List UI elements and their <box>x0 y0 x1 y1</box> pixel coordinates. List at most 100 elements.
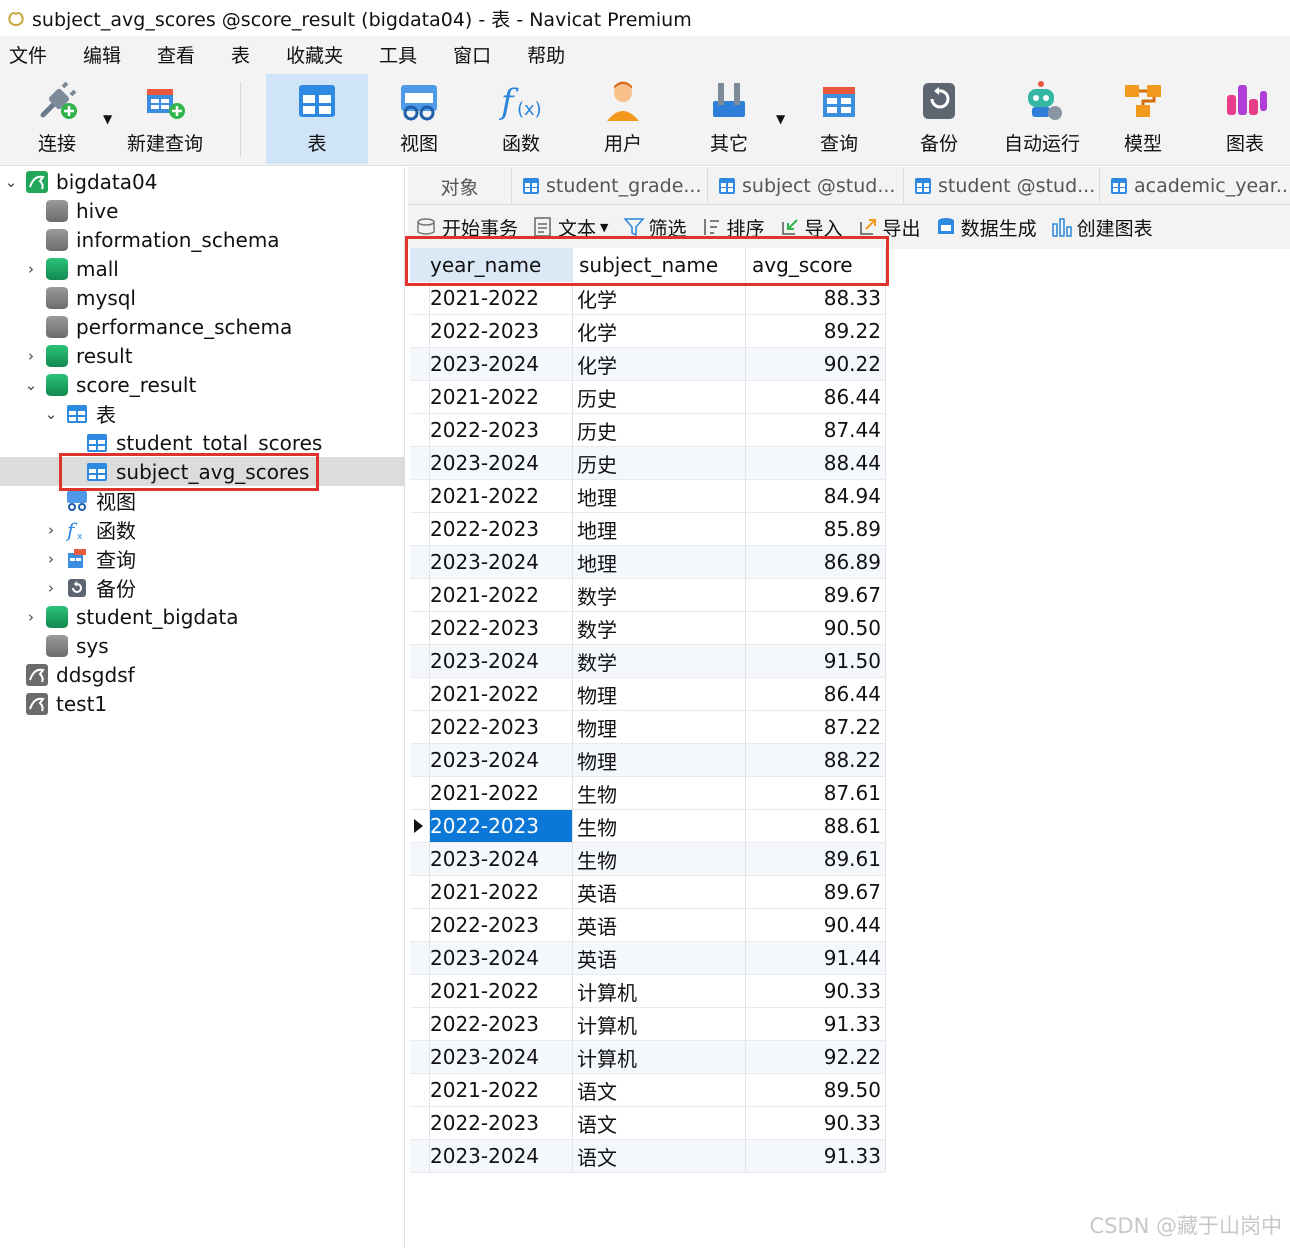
cell-subject-name[interactable]: 历史 <box>573 414 746 447</box>
chevron-down-icon[interactable]: ⌄ <box>4 174 18 189</box>
tree-folder-backups[interactable]: › 备份 <box>0 573 405 602</box>
toolbar-connection-button[interactable]: 连接 <box>20 74 94 164</box>
chevron-right-icon[interactable]: › <box>24 348 38 363</box>
toolbar-query-button[interactable]: 查询 <box>792 74 886 164</box>
table-row[interactable]: 2021-2022 化学 88.33 <box>410 282 886 315</box>
create-chart-button[interactable]: 创建图表 <box>1051 214 1153 241</box>
tab-subject[interactable]: subject @stud... <box>708 167 904 205</box>
cell-subject-name[interactable]: 数学 <box>573 645 746 678</box>
cell-subject-name[interactable]: 语文 <box>573 1107 746 1140</box>
row-indicator[interactable] <box>410 315 430 348</box>
cell-avg-score[interactable]: 88.61 <box>746 810 886 843</box>
cell-avg-score[interactable]: 91.44 <box>746 942 886 975</box>
cell-avg-score[interactable]: 90.22 <box>746 348 886 381</box>
table-row[interactable]: 2023-2024 物理 88.22 <box>410 744 886 777</box>
toolbar-chart-button[interactable]: 图表 <box>1198 74 1290 164</box>
table-row[interactable]: 2023-2024 语文 91.33 <box>410 1140 886 1173</box>
cell-year-name[interactable]: 2022-2023 <box>430 315 573 348</box>
cell-avg-score[interactable]: 90.44 <box>746 909 886 942</box>
table-row[interactable]: 2022-2023 语文 90.33 <box>410 1107 886 1140</box>
cell-avg-score[interactable]: 88.44 <box>746 447 886 480</box>
cell-year-name[interactable]: 2022-2023 <box>430 909 573 942</box>
cell-subject-name[interactable]: 物理 <box>573 711 746 744</box>
cell-avg-score[interactable]: 91.33 <box>746 1140 886 1173</box>
cell-year-name[interactable]: 2021-2022 <box>430 876 573 909</box>
cell-subject-name[interactable]: 历史 <box>573 447 746 480</box>
cell-year-name[interactable]: 2021-2022 <box>430 678 573 711</box>
cell-subject-name[interactable]: 生物 <box>573 843 746 876</box>
cell-avg-score[interactable]: 91.33 <box>746 1008 886 1041</box>
cell-subject-name[interactable]: 化学 <box>573 282 746 315</box>
cell-subject-name[interactable]: 英语 <box>573 942 746 975</box>
cell-avg-score[interactable]: 85.89 <box>746 513 886 546</box>
cell-year-name[interactable]: 2023-2024 <box>430 447 573 480</box>
toolbar-table-button[interactable]: 表 <box>266 74 368 164</box>
cell-subject-name[interactable]: 语文 <box>573 1140 746 1173</box>
cell-subject-name[interactable]: 数学 <box>573 579 746 612</box>
table-row[interactable]: 2022-2023 化学 89.22 <box>410 315 886 348</box>
cell-year-name[interactable]: 2023-2024 <box>430 1041 573 1074</box>
table-row[interactable]: 2022-2023 英语 90.44 <box>410 909 886 942</box>
tree-db-performance-schema[interactable]: performance_schema <box>0 312 405 341</box>
cell-year-name[interactable]: 2022-2023 <box>430 414 573 447</box>
table-row[interactable]: 2021-2022 数学 89.67 <box>410 579 886 612</box>
cell-subject-name[interactable]: 计算机 <box>573 1008 746 1041</box>
row-indicator[interactable] <box>410 381 430 414</box>
cell-avg-score[interactable]: 88.33 <box>746 282 886 315</box>
table-row[interactable]: 2022-2023 物理 87.22 <box>410 711 886 744</box>
row-indicator[interactable] <box>410 1008 430 1041</box>
tree-db-sys[interactable]: sys <box>0 631 405 660</box>
tree-db-information-schema[interactable]: information_schema <box>0 225 405 254</box>
cell-year-name[interactable]: 2021-2022 <box>430 480 573 513</box>
cell-avg-score[interactable]: 87.22 <box>746 711 886 744</box>
toolbar-view-button[interactable]: 视图 <box>372 74 466 164</box>
menu-edit[interactable]: 编辑 <box>74 41 130 68</box>
table-row[interactable]: 2022-2023 计算机 91.33 <box>410 1008 886 1041</box>
tree-connection-test1[interactable]: test1 <box>0 689 405 718</box>
menu-window[interactable]: 窗口 <box>444 41 500 68</box>
cell-year-name[interactable]: 2021-2022 <box>430 282 573 315</box>
row-indicator[interactable] <box>410 843 430 876</box>
cell-year-name[interactable]: 2022-2023 <box>430 1107 573 1140</box>
toolbar-other-button[interactable]: 其它 <box>682 74 776 164</box>
cell-avg-score[interactable]: 88.22 <box>746 744 886 777</box>
tab-objects[interactable]: 对象 <box>408 167 512 205</box>
cell-avg-score[interactable]: 89.22 <box>746 315 886 348</box>
table-row[interactable]: 2022-2023 生物 88.61 <box>410 810 886 843</box>
cell-subject-name[interactable]: 英语 <box>573 909 746 942</box>
chevron-down-icon[interactable]: ⌄ <box>44 406 58 421</box>
row-indicator[interactable] <box>410 282 430 315</box>
row-indicator[interactable] <box>410 777 430 810</box>
cell-avg-score[interactable]: 89.67 <box>746 876 886 909</box>
row-indicator[interactable] <box>410 513 430 546</box>
cell-year-name[interactable]: 2023-2024 <box>430 546 573 579</box>
cell-subject-name[interactable]: 英语 <box>573 876 746 909</box>
cell-avg-score[interactable]: 86.89 <box>746 546 886 579</box>
tab-academic-year[interactable]: academic_year... <box>1100 167 1290 205</box>
table-row[interactable]: 2021-2022 英语 89.67 <box>410 876 886 909</box>
table-row[interactable]: 2021-2022 物理 86.44 <box>410 678 886 711</box>
tree-connection-bigdata04[interactable]: ⌄ bigdata04 <box>0 167 405 196</box>
cell-avg-score[interactable]: 90.33 <box>746 1107 886 1140</box>
connection-dropdown-arrow-icon[interactable]: ▼ <box>103 112 112 126</box>
row-indicator[interactable] <box>410 579 430 612</box>
cell-subject-name[interactable]: 历史 <box>573 381 746 414</box>
cell-avg-score[interactable]: 92.22 <box>746 1041 886 1074</box>
cell-year-name[interactable]: 2023-2024 <box>430 348 573 381</box>
cell-year-name[interactable]: 2022-2023 <box>430 711 573 744</box>
cell-subject-name[interactable]: 化学 <box>573 348 746 381</box>
tree-db-score-result[interactable]: ⌄ score_result <box>0 370 405 399</box>
row-indicator[interactable] <box>410 1074 430 1107</box>
chevron-right-icon[interactable]: › <box>44 580 58 595</box>
cell-year-name[interactable]: 2021-2022 <box>430 975 573 1008</box>
cell-subject-name[interactable]: 物理 <box>573 744 746 777</box>
toolbar-backup-button[interactable]: 备份 <box>892 74 986 164</box>
menu-favorites[interactable]: 收藏夹 <box>277 41 352 68</box>
table-row[interactable]: 2021-2022 历史 86.44 <box>410 381 886 414</box>
cell-avg-score[interactable]: 90.50 <box>746 612 886 645</box>
table-row[interactable]: 2023-2024 计算机 92.22 <box>410 1041 886 1074</box>
table-row[interactable]: 2022-2023 历史 87.44 <box>410 414 886 447</box>
chevron-right-icon[interactable]: › <box>44 551 58 566</box>
cell-year-name[interactable]: 2023-2024 <box>430 843 573 876</box>
tree-connection-ddsgdsf[interactable]: ddsgdsf <box>0 660 405 689</box>
